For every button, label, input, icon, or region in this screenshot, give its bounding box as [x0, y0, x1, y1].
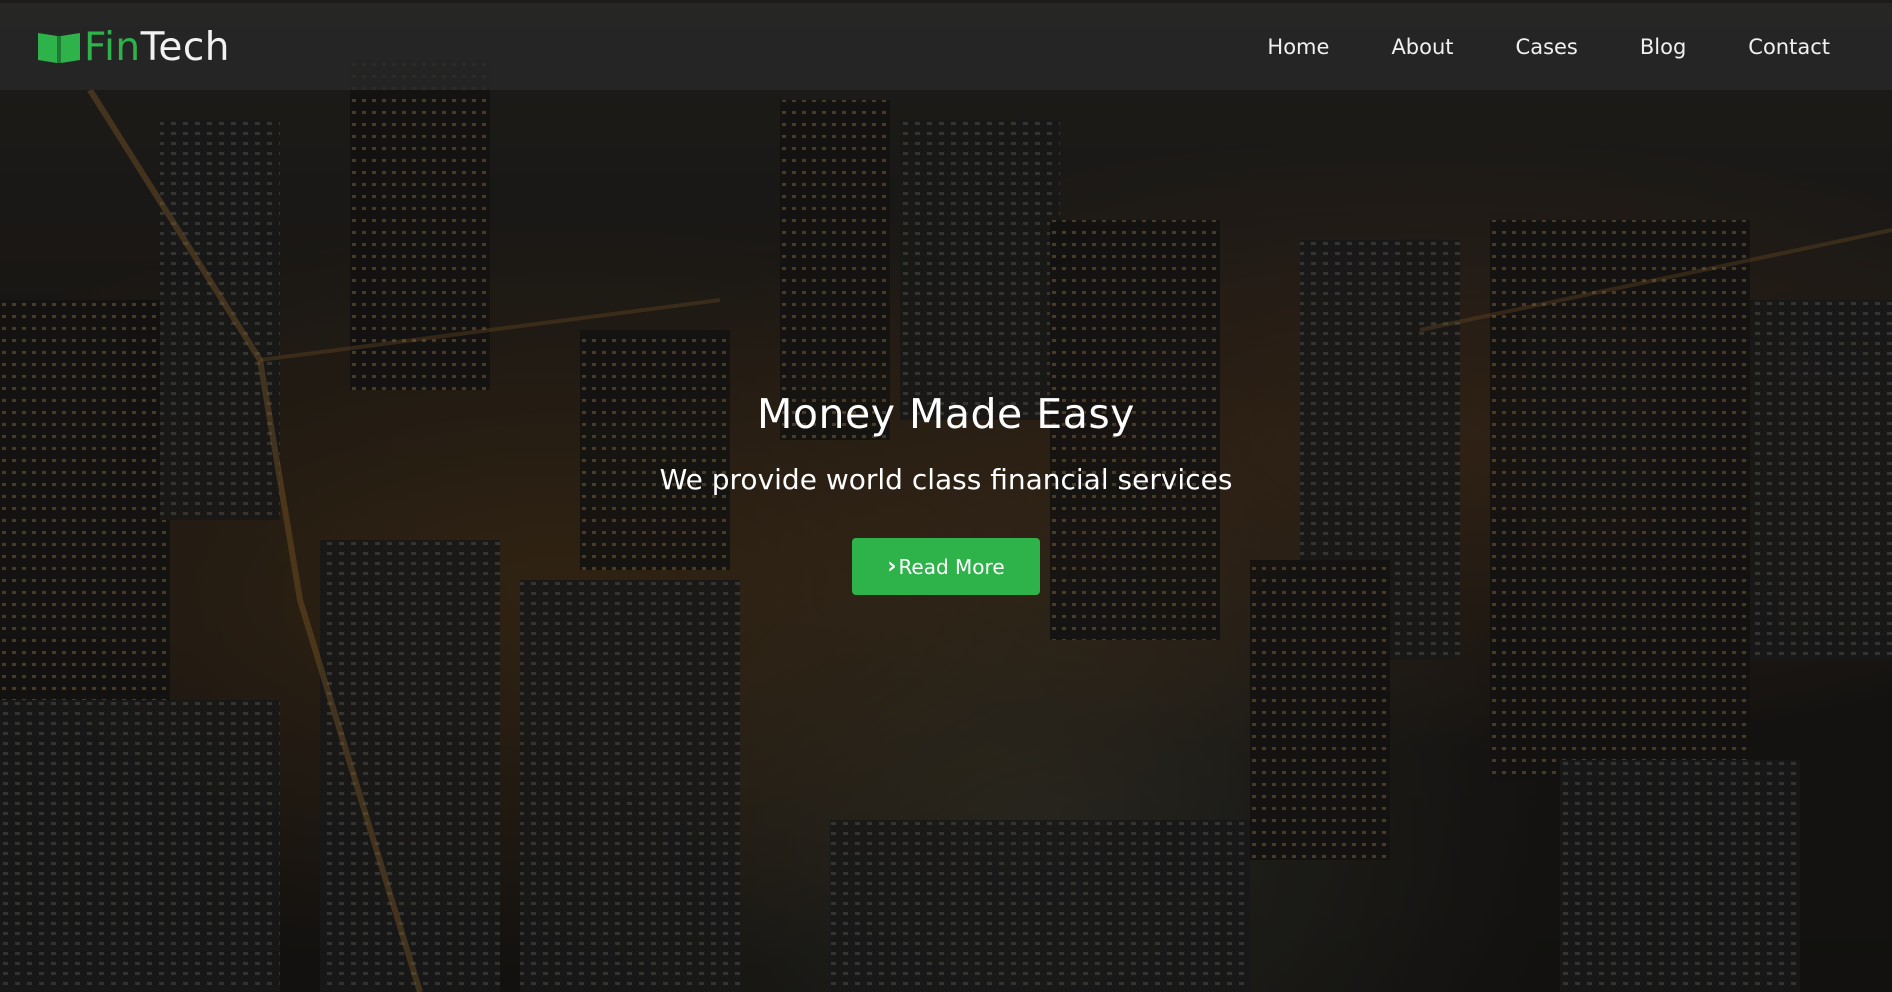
main-nav: Home About Cases Blog Contact [1205, 3, 1830, 90]
nav-item-about[interactable]: About [1391, 35, 1453, 59]
page: Fin Tech Home About Cases Blog Contact Mo… [0, 0, 1892, 992]
book-icon [38, 33, 80, 63]
read-more-button[interactable]: › Read More [852, 538, 1040, 595]
nav-item-blog[interactable]: Blog [1640, 35, 1686, 59]
hero-subtitle: We provide world class financial service… [659, 463, 1233, 496]
nav-item-cases[interactable]: Cases [1516, 35, 1578, 59]
chevron-right-icon: › [887, 554, 897, 579]
brand-name-tech: Tech [140, 24, 231, 70]
brand-name-fin: Fin [84, 24, 141, 70]
top-navbar: Fin Tech Home About Cases Blog Contact [0, 3, 1892, 90]
brand-logo[interactable]: Fin Tech [36, 24, 231, 70]
hero-section: Money Made Easy We provide world class f… [0, 380, 1892, 595]
nav-item-contact[interactable]: Contact [1748, 35, 1830, 59]
nav-item-home[interactable]: Home [1267, 35, 1329, 59]
read-more-label: Read More [898, 554, 1005, 579]
hero-title: Money Made Easy [757, 390, 1135, 438]
